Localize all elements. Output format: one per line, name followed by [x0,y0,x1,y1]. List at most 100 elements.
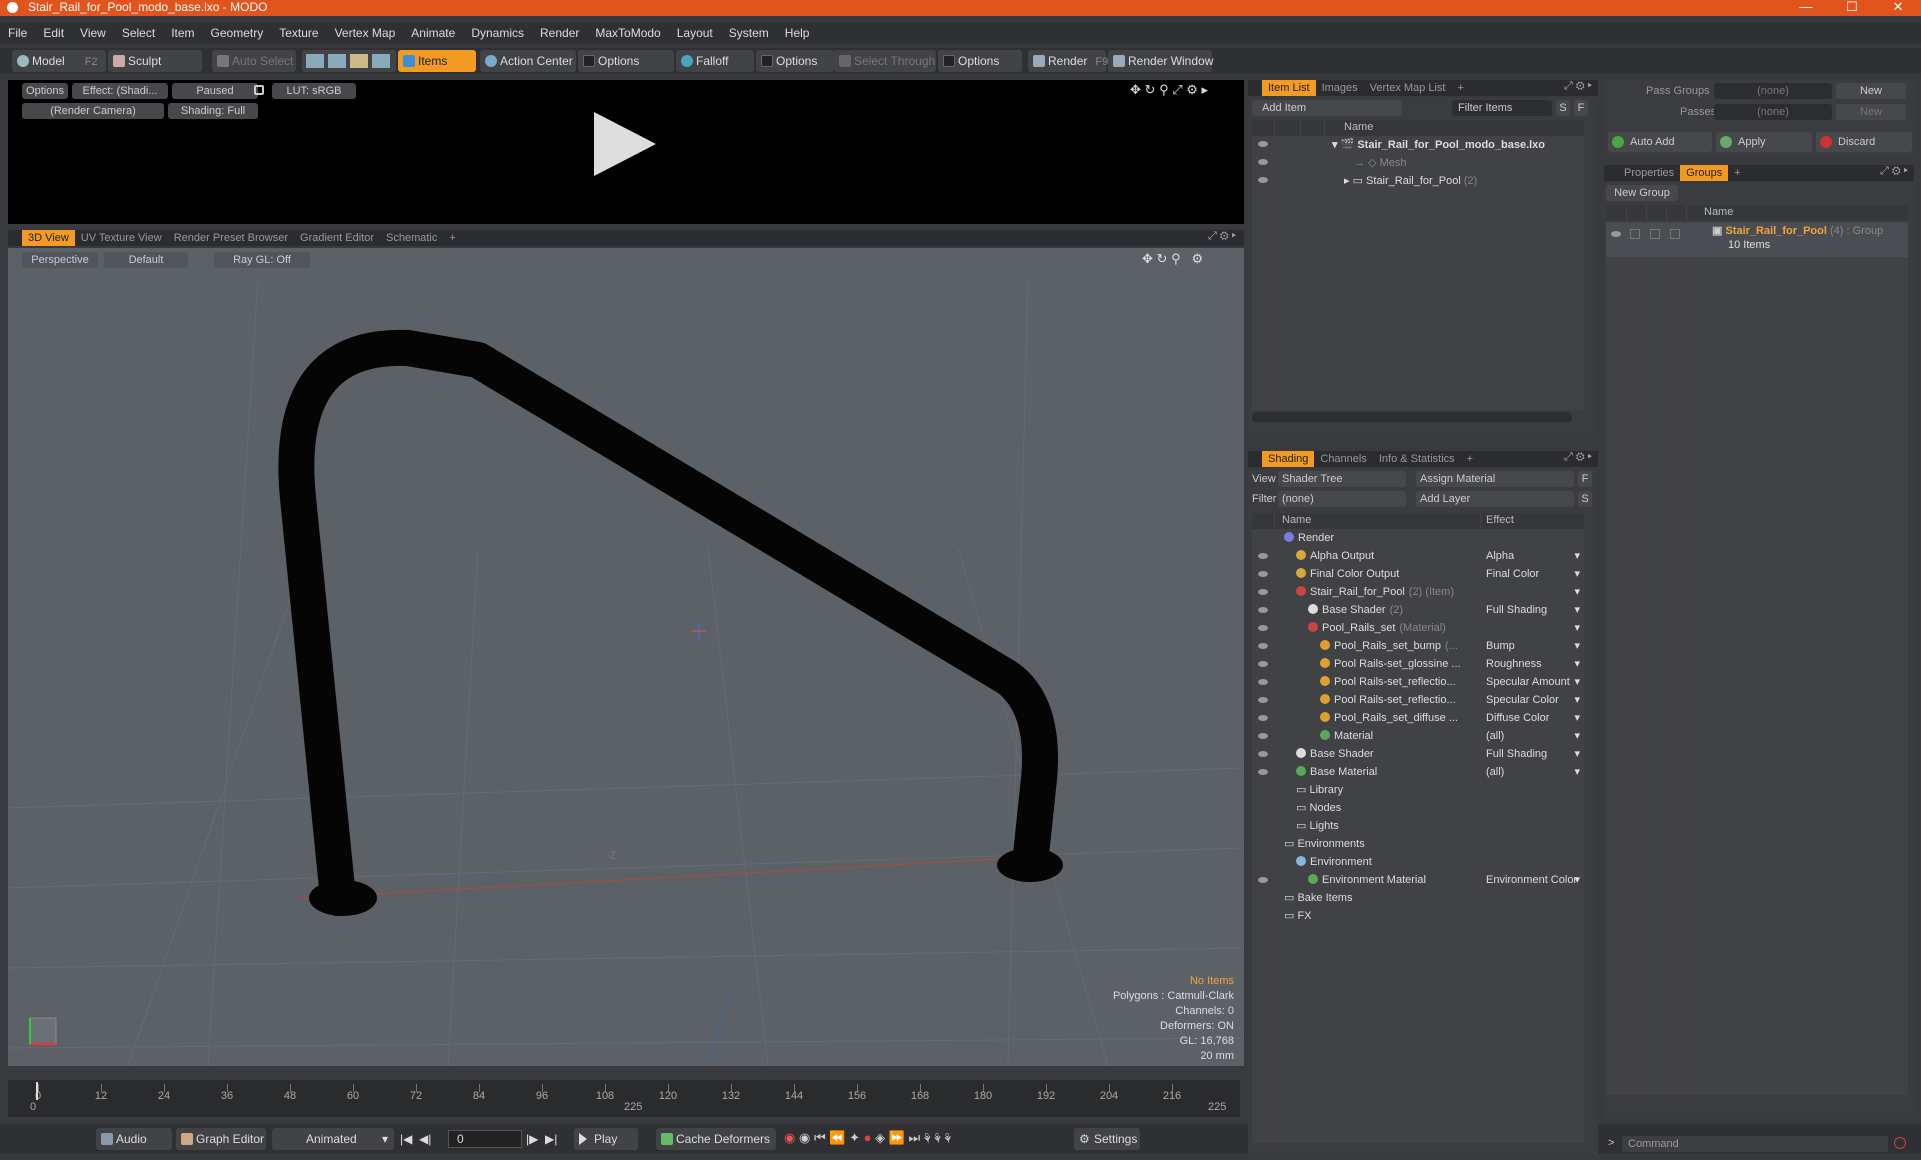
shader-tree-row[interactable]: Pool_Rails_set (Material) [1308,619,1446,637]
cache-deformers-button[interactable]: Cache Deformers [656,1128,776,1150]
shader-effect-dropdown[interactable]: Diffuse Color ▾ [1486,709,1580,727]
visibility-eye-icon[interactable] [1258,715,1268,721]
play-button[interactable]: Play [574,1128,638,1150]
scene-item-row[interactable]: ▾ 🎬 Stair_Rail_for_Pool_modo_base.lxo [1332,136,1545,154]
key-next-icon[interactable]: ⏭ [909,1130,921,1145]
model-button[interactable]: Model F2 [12,50,106,72]
shader-effect-dropdown[interactable]: Specular Amount ▾ [1486,673,1580,691]
shader-tree-row[interactable]: ▭ Environments [1284,835,1369,853]
render-button[interactable]: Render F9 [1028,50,1108,72]
item-list-s-button[interactable]: S [1556,100,1570,116]
menu-dynamics[interactable]: Dynamics [463,22,532,44]
visibility-eye-icon[interactable] [1258,697,1268,703]
visibility-eye-icon[interactable] [1258,177,1268,183]
shader-tree-row[interactable]: Pool_Rails_set_diffuse ... [1320,709,1462,727]
menu-vertex-map[interactable]: Vertex Map [327,22,404,44]
apply-button[interactable]: Apply [1716,132,1812,152]
shader-tree-row[interactable]: ▭ Bake Items [1284,889,1356,907]
menu-help[interactable]: Help [777,22,818,44]
shader-effect-dropdown[interactable]: (all) ▾ [1486,727,1580,745]
fit-icon[interactable]: ⤢ [1172,82,1182,97]
menu-texture[interactable]: Texture [271,22,326,44]
group-item-row[interactable]: ▸ ▭ Stair_Rail_for_Pool (2) [1344,172,1477,190]
key-icon-2[interactable]: ◉ [799,1130,810,1145]
shader-effect-dropdown[interactable]: Bump ▾ [1486,637,1580,655]
stair-rail-mesh[interactable] [278,329,1058,916]
visibility-eye-icon[interactable] [1258,141,1268,147]
visibility-eye-icon[interactable] [1258,571,1268,577]
shading-f-button[interactable]: F [1578,471,1592,487]
options-button-2[interactable]: Options [756,50,834,72]
close-button[interactable]: ✕ [1875,0,1921,14]
preview-paused-button[interactable]: Paused [172,83,258,99]
tab-groups[interactable]: Groups [1680,165,1729,181]
zoom-icon[interactable]: ⚲ [1159,82,1169,97]
sculpt-button[interactable]: Sculpt [108,50,202,72]
shading-dropdown[interactable]: Shading: Full [168,103,258,119]
shading-style-dropdown[interactable]: Default [104,252,188,268]
shader-tree-row[interactable]: Base Material [1296,763,1381,781]
polygons-mode-icon[interactable] [350,54,368,68]
key-prev-icon[interactable]: ⏮ [814,1130,826,1145]
key-set-icon[interactable]: ◈ [875,1130,885,1145]
playhead[interactable] [36,1082,38,1100]
select-through-button[interactable]: Select Through [834,50,936,72]
materials-mode-icon[interactable] [372,54,390,68]
visibility-eye-icon[interactable] [1258,751,1268,757]
timeline[interactable]: 0 12 24 36 48 60 72 84 96 108 120 132 144 156 168 180 19… [8,1080,1240,1117]
shader-tree-row[interactable]: Base Shader [1296,745,1378,763]
arrow-right-icon[interactable]: ▸ [1202,82,1209,97]
stop-icon[interactable] [1894,1137,1906,1149]
select-toggle-icon[interactable] [1670,229,1680,239]
shader-tree-row[interactable]: ▭ Library [1296,781,1347,799]
shader-tree-row[interactable]: Environment Material [1308,871,1430,889]
gear-icon[interactable]: ⚙ [1186,82,1198,97]
shader-effect-dropdown[interactable]: ▾ [1486,583,1580,601]
item-list-f-button[interactable]: F [1574,100,1588,116]
new-pass-button[interactable]: New [1836,104,1906,120]
vertices-mode-icon[interactable] [306,54,324,68]
passes-dropdown[interactable]: (none) [1714,104,1832,120]
key-tool-icon-a[interactable]: ⚘ [924,1130,931,1145]
tab-gradient-editor[interactable]: Gradient Editor [294,230,380,246]
menu-select[interactable]: Select [114,22,163,44]
discard-button[interactable]: Discard [1816,132,1912,152]
tab-schematic[interactable]: Schematic [380,230,443,246]
raygl-dropdown[interactable]: Ray GL: Off [214,252,310,268]
animated-dropdown[interactable]: Animated ▾ [272,1128,394,1150]
shader-tree-row[interactable]: Pool Rails-set_reflectio... [1320,673,1460,691]
shader-tree-row[interactable]: Environment [1296,853,1376,871]
visibility-eye-icon[interactable] [1258,877,1268,883]
visibility-eye-icon[interactable] [1258,625,1268,631]
group-row[interactable]: ▣ Stair_Rail_for_Pool (4) : Group 10 Ite… [1606,223,1908,257]
item-list-scrollbar[interactable] [1252,412,1572,422]
key-tool-icon-b[interactable]: ⚘ [934,1130,941,1145]
menu-maxtomodo[interactable]: MaxToModo [587,22,668,44]
shader-tree-row[interactable]: Pool_Rails_set_bump (... [1320,637,1458,655]
tab-info-statistics[interactable]: Info & Statistics [1373,451,1461,467]
menu-edit[interactable]: Edit [35,22,72,44]
menu-geometry[interactable]: Geometry [203,22,272,44]
visibility-eye-icon[interactable] [1258,607,1268,613]
shader-effect-dropdown[interactable]: Full Shading ▾ [1486,601,1580,619]
filter-items-input[interactable]: Filter Items [1452,100,1552,116]
shader-effect-dropdown[interactable]: Full Shading ▾ [1486,745,1580,763]
menu-view[interactable]: View [72,22,114,44]
tab-render-preset-browser[interactable]: Render Preset Browser [168,230,294,246]
key-icon-1[interactable]: ◉ [784,1130,795,1145]
render-window-button[interactable]: Render Window [1108,50,1213,72]
shader-effect-dropdown[interactable]: ▾ [1486,619,1580,637]
add-layer-dropdown[interactable]: Add Layer [1416,491,1574,507]
menu-system[interactable]: System [721,22,777,44]
collapse-arrow-icon[interactable]: ▾ [1332,139,1341,151]
shader-tree-row[interactable]: Base Shader (2) [1308,601,1403,619]
preview-effect-dropdown[interactable]: Effect: (Shadi... [72,83,168,99]
key-auto-icon[interactable]: ✦ [849,1130,860,1145]
move-icon[interactable]: ✥ [1130,82,1141,97]
add-tab-button[interactable]: + [1461,451,1479,467]
shader-tree-row[interactable]: Material [1320,727,1377,745]
prev-frame-icon[interactable]: ◀| [419,1132,431,1146]
menu-animate[interactable]: Animate [403,22,463,44]
options-button-3[interactable]: Options [938,50,1022,72]
perspective-dropdown[interactable]: Perspective [22,252,98,268]
